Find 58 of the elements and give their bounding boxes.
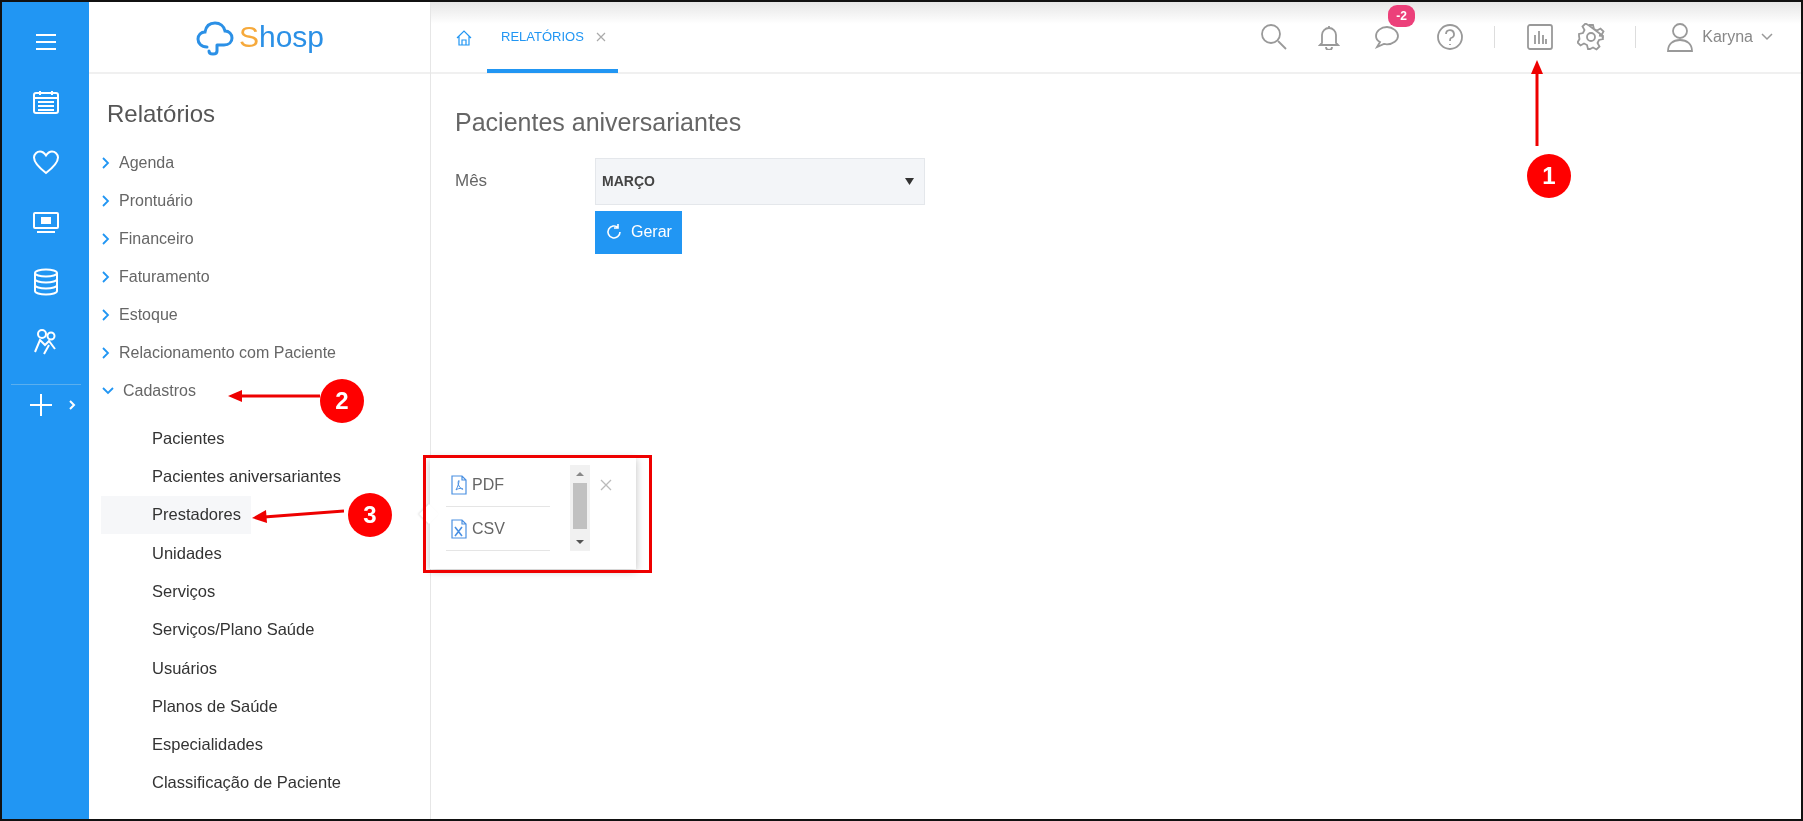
sidebar-item[interactable]: Financeiro (119, 227, 194, 251)
sidebar-subitem[interactable]: Serviços (101, 572, 416, 611)
logo-text: Shosp (238, 22, 325, 52)
spreadsheet-file-icon (451, 518, 467, 539)
chevron-down-icon[interactable] (101, 386, 115, 396)
caret-down-icon (905, 177, 914, 185)
sidebar-item[interactable]: Agenda (119, 151, 175, 175)
page-title: Pacientes aniversariantes (455, 107, 743, 138)
settings-icon[interactable] (1577, 23, 1606, 51)
annotation-marker: 3 (348, 493, 392, 537)
annotation-marker: 1 (1527, 154, 1571, 198)
export-option[interactable]: CSV (446, 507, 550, 551)
caret-icon[interactable] (1761, 33, 1773, 41)
sidebar-item[interactable]: Estoque (119, 303, 178, 327)
money-screen-icon[interactable] (31, 210, 60, 234)
menu-icon[interactable] (33, 32, 58, 52)
calendar-icon[interactable] (31, 89, 60, 115)
chevron-right-icon[interactable] (101, 194, 111, 208)
annotation-marker: 2 (320, 379, 364, 423)
heart-icon[interactable] (31, 149, 60, 175)
sidebar-subitem[interactable]: Especialidades (101, 725, 416, 764)
chevron-right-icon[interactable] (101, 232, 111, 246)
notification-badge: -2 (1388, 5, 1415, 27)
sidebar-item[interactable]: Relacionamento com Paciente (119, 341, 336, 365)
field-label: Mês (455, 170, 489, 193)
chevron-right-icon[interactable] (101, 156, 111, 170)
database-icon[interactable] (32, 268, 59, 296)
refresh-icon (605, 223, 623, 241)
chevron-right-icon[interactable] (101, 308, 111, 322)
sidebar-subitem[interactable]: Planos de Saúde (101, 687, 416, 726)
export-option[interactable]: PDF (446, 463, 550, 507)
sidebar-item[interactable]: Cadastros (123, 379, 196, 403)
chevron-right-icon[interactable] (101, 346, 111, 360)
sidebar-subitem[interactable]: Usuários (101, 648, 416, 688)
sidebar-subitem[interactable]: Pacientes aniversariantes (101, 457, 416, 496)
chevron-right-icon[interactable] (101, 270, 111, 284)
chat-icon[interactable] (1374, 25, 1401, 49)
close-icon[interactable] (600, 479, 612, 491)
help-icon[interactable] (1436, 23, 1465, 51)
search-icon[interactable] (1260, 23, 1289, 51)
scrollbar[interactable] (570, 465, 590, 551)
sidebar-subitem[interactable]: Classificação de Paciente (101, 763, 416, 802)
sidebar-subitem[interactable]: Serviços/Plano Saúde (101, 610, 416, 649)
bar-chart-icon[interactable] (1527, 24, 1554, 50)
home-icon[interactable] (455, 28, 473, 47)
user-icon[interactable] (1666, 22, 1695, 52)
select-field[interactable]: MARÇO (595, 157, 925, 205)
tab[interactable]: RELATÓRIOS (487, 2, 618, 73)
generate-button[interactable]: Gerar (595, 210, 682, 254)
close-icon[interactable] (595, 32, 606, 42)
pdf-file-icon (451, 474, 467, 495)
bell-icon[interactable] (1318, 24, 1341, 50)
sidebar-item[interactable]: Faturamento (119, 265, 210, 289)
sidebar-title: Relatórios (107, 99, 217, 129)
user-name[interactable]: Karyna (1702, 25, 1753, 49)
sidebar-subitem[interactable]: Prestadores (101, 495, 251, 534)
add-icon[interactable] (27, 392, 54, 418)
sidebar-item[interactable]: Prontuário (119, 189, 193, 213)
